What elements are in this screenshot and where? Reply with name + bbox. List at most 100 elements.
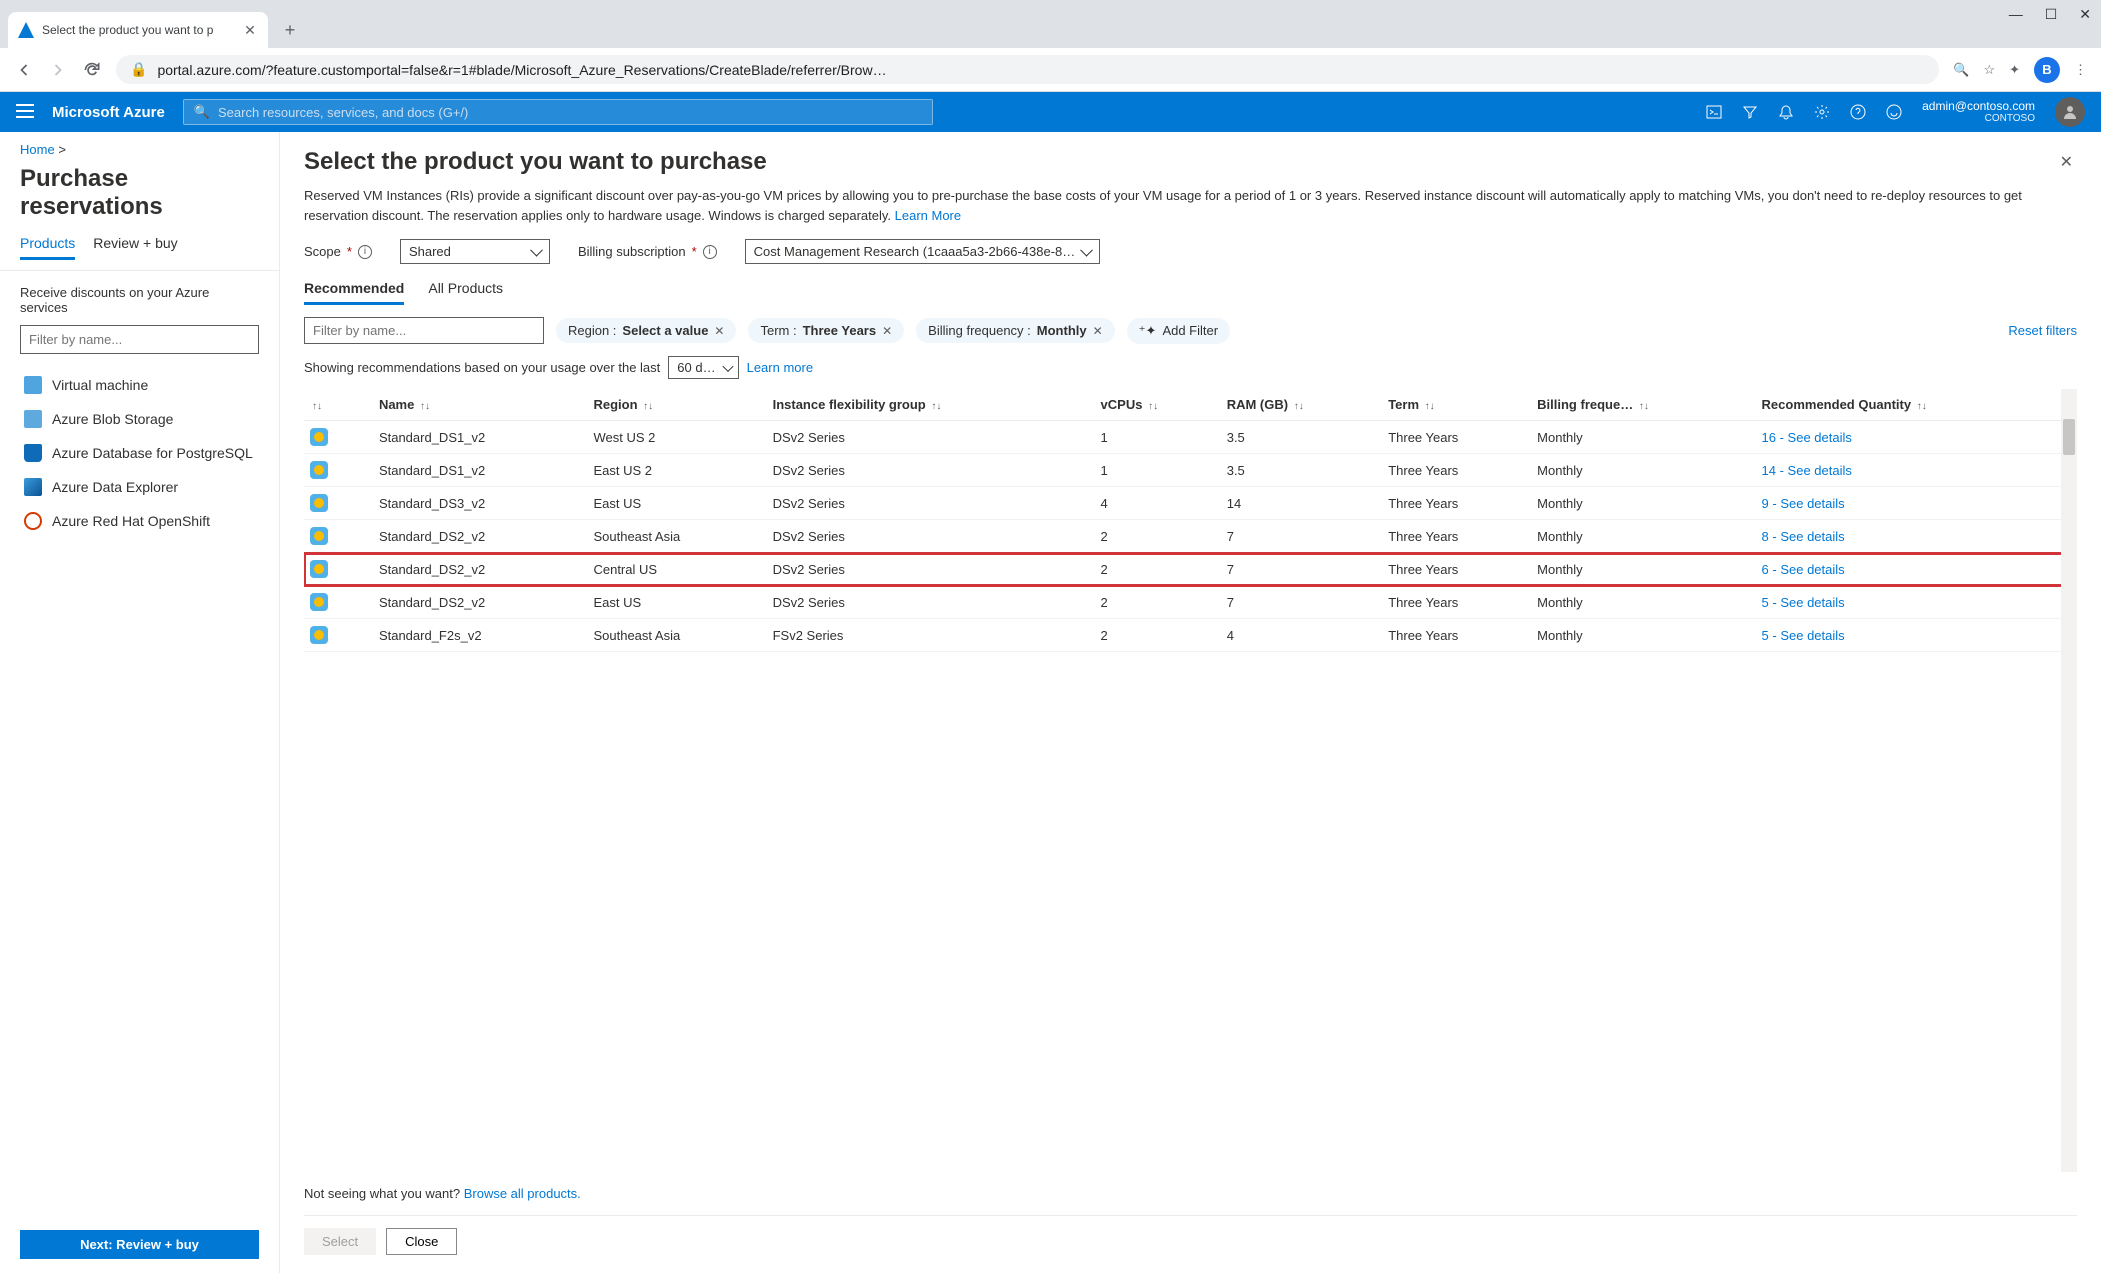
remove-filter-icon[interactable]: ✕ xyxy=(882,324,892,338)
scope-dropdown[interactable]: Shared xyxy=(400,239,550,264)
see-details-link[interactable]: 5 - See details xyxy=(1762,628,1845,643)
cell-ram: 14 xyxy=(1221,487,1382,520)
azure-search-input[interactable] xyxy=(218,105,922,120)
settings-gear-icon[interactable] xyxy=(1814,104,1830,120)
close-tab-icon[interactable]: ✕ xyxy=(242,22,258,38)
usage-learn-more-link[interactable]: Learn more xyxy=(747,360,813,375)
service-item[interactable]: Azure Blob Storage xyxy=(20,402,259,436)
see-details-link[interactable]: 8 - See details xyxy=(1762,529,1845,544)
cell-flex: FSv2 Series xyxy=(767,619,1095,652)
table-row[interactable]: Standard_F2s_v2Southeast AsiaFSv2 Series… xyxy=(304,619,2077,652)
table-row[interactable]: Standard_DS1_v2West US 2DSv2 Series13.5T… xyxy=(304,421,2077,454)
billing-subscription-dropdown[interactable]: Cost Management Research (1caaa5a3-2b66-… xyxy=(745,239,1101,264)
col-region[interactable]: Region ↑↓ xyxy=(587,389,766,421)
page-title: Purchase reservations xyxy=(0,163,279,235)
tab-all-products[interactable]: All Products xyxy=(428,280,503,305)
left-filter-input[interactable] xyxy=(20,325,259,354)
col-qty[interactable]: Recommended Quantity ↑↓ xyxy=(1756,389,2077,421)
extensions-icon[interactable]: ✦ xyxy=(2009,62,2020,78)
filter-pill-billing-frequency[interactable]: Billing frequency : Monthly ✕ xyxy=(916,318,1115,343)
reload-icon[interactable] xyxy=(82,60,102,80)
see-details-link[interactable]: 9 - See details xyxy=(1762,496,1845,511)
notifications-icon[interactable] xyxy=(1778,104,1794,120)
table-row[interactable]: Standard_DS2_v2East USDSv2 Series27Three… xyxy=(304,586,2077,619)
tab-review-buy[interactable]: Review + buy xyxy=(93,235,177,260)
vm-instance-icon xyxy=(310,560,328,578)
scrollbar-thumb[interactable] xyxy=(2063,419,2075,455)
see-details-link[interactable]: 14 - See details xyxy=(1762,463,1852,478)
filter-pill-term[interactable]: Term : Three Years ✕ xyxy=(748,318,904,343)
star-icon[interactable]: ☆ xyxy=(1983,62,1995,78)
account-info[interactable]: admin@contoso.com CONTOSO xyxy=(1922,99,2035,125)
azure-brand[interactable]: Microsoft Azure xyxy=(52,104,165,121)
cell-freq: Monthly xyxy=(1531,619,1755,652)
info-icon[interactable]: i xyxy=(358,245,372,259)
learn-more-link[interactable]: Learn More xyxy=(895,208,961,223)
table-row[interactable]: Standard_DS1_v2East US 2DSv2 Series13.5T… xyxy=(304,454,2077,487)
search-icon[interactable]: 🔍 xyxy=(1953,62,1969,78)
hamburger-menu-icon[interactable] xyxy=(16,104,34,121)
cell-vcpu: 1 xyxy=(1095,454,1221,487)
filter-icon[interactable] xyxy=(1742,104,1758,120)
table-row[interactable]: Standard_DS2_v2Southeast AsiaDSv2 Series… xyxy=(304,520,2077,553)
vm-instance-icon xyxy=(310,593,328,611)
kebab-menu-icon[interactable]: ⋮ xyxy=(2074,62,2087,78)
account-avatar-icon[interactable] xyxy=(2055,97,2085,127)
close-window-icon[interactable]: ✕ xyxy=(2079,6,2091,23)
cell-freq: Monthly xyxy=(1531,421,1755,454)
service-item[interactable]: Azure Data Explorer xyxy=(20,470,259,504)
openshift-icon xyxy=(24,512,42,530)
table-row[interactable]: Standard_DS2_v2Central USDSv2 Series27Th… xyxy=(304,553,2077,586)
col-freq[interactable]: Billing freque… ↑↓ xyxy=(1531,389,1755,421)
col-flex[interactable]: Instance flexibility group ↑↓ xyxy=(767,389,1095,421)
service-label: Azure Red Hat OpenShift xyxy=(52,513,210,529)
service-item[interactable]: Virtual machine xyxy=(20,368,259,402)
blade-title: Select the product you want to purchase xyxy=(304,148,767,176)
filter-pill-region[interactable]: Region : Select a value ✕ xyxy=(556,318,736,343)
add-filter-icon: ⁺✦ xyxy=(1139,323,1157,339)
scrollbar[interactable] xyxy=(2061,389,2077,1172)
profile-avatar[interactable]: B xyxy=(2034,57,2060,83)
see-details-link[interactable]: 16 - See details xyxy=(1762,430,1852,445)
see-details-link[interactable]: 5 - See details xyxy=(1762,595,1845,610)
col-sort-icon[interactable]: ↑↓ xyxy=(304,389,373,421)
col-term[interactable]: Term ↑↓ xyxy=(1382,389,1531,421)
help-icon[interactable] xyxy=(1850,104,1866,120)
service-item[interactable]: Azure Database for PostgreSQL xyxy=(20,436,259,470)
col-vcpu[interactable]: vCPUs ↑↓ xyxy=(1095,389,1221,421)
browse-all-products-link[interactable]: Browse all products. xyxy=(464,1186,581,1201)
reset-filters-link[interactable]: Reset filters xyxy=(2008,323,2077,338)
maximize-icon[interactable]: ☐ xyxy=(2045,6,2058,23)
cloud-shell-icon[interactable] xyxy=(1706,104,1722,120)
select-button[interactable]: Select xyxy=(304,1228,376,1255)
account-email: admin@contoso.com xyxy=(1922,99,2035,113)
close-button[interactable]: Close xyxy=(386,1228,457,1255)
next-review-buy-button[interactable]: Next: Review + buy xyxy=(20,1230,259,1259)
browser-tab[interactable]: Select the product you want to p ✕ xyxy=(8,12,268,48)
address-bar[interactable]: 🔒 portal.azure.com/?feature.customportal… xyxy=(116,55,1939,84)
azure-search-box[interactable]: 🔍 xyxy=(183,99,933,125)
breadcrumb-home[interactable]: Home xyxy=(20,142,55,157)
info-icon[interactable]: i xyxy=(703,245,717,259)
cell-vcpu: 2 xyxy=(1095,586,1221,619)
see-details-link[interactable]: 6 - See details xyxy=(1762,562,1845,577)
close-blade-icon[interactable]: ✕ xyxy=(2056,148,2077,176)
service-item[interactable]: Azure Red Hat OpenShift xyxy=(20,504,259,538)
table-row[interactable]: Standard_DS3_v2East USDSv2 Series414Thre… xyxy=(304,487,2077,520)
remove-filter-icon[interactable]: ✕ xyxy=(714,324,724,338)
forward-icon[interactable] xyxy=(48,60,68,80)
usage-period-dropdown[interactable]: 60 d… xyxy=(668,356,738,379)
new-tab-button[interactable]: + xyxy=(276,16,304,44)
back-icon[interactable] xyxy=(14,60,34,80)
minimize-icon[interactable]: — xyxy=(2009,6,2023,23)
tab-products[interactable]: Products xyxy=(20,235,75,260)
col-ram[interactable]: RAM (GB) ↑↓ xyxy=(1221,389,1382,421)
product-name-filter-input[interactable] xyxy=(304,317,544,344)
azure-top-bar: Microsoft Azure 🔍 admin@contoso.com CONT… xyxy=(0,92,2101,132)
add-filter-button[interactable]: ⁺✦ Add Filter xyxy=(1127,318,1230,344)
cell-term: Three Years xyxy=(1382,586,1531,619)
feedback-icon[interactable] xyxy=(1886,104,1902,120)
remove-filter-icon[interactable]: ✕ xyxy=(1093,324,1103,338)
col-name[interactable]: Name ↑↓ xyxy=(373,389,588,421)
tab-recommended[interactable]: Recommended xyxy=(304,280,404,305)
